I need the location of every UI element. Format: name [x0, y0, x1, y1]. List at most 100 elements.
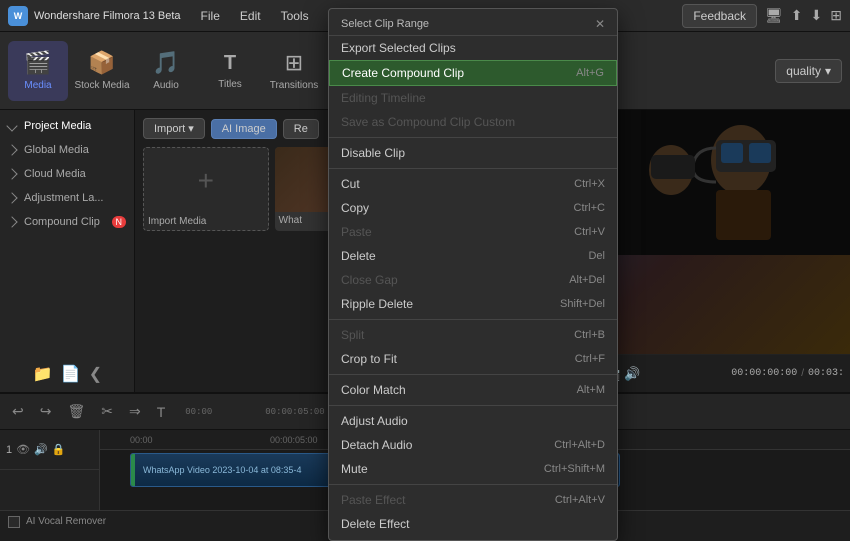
sidebar-collapse-icon[interactable]: ❮: [89, 364, 102, 384]
ai-image-button[interactable]: AI Image: [211, 119, 277, 139]
arrow-icon: [6, 144, 17, 155]
tool-transitions-label: Transitions: [270, 80, 319, 91]
menu-edit[interactable]: Edit: [232, 5, 269, 27]
audio-icon: 🎵: [152, 50, 179, 76]
sidebar-item-compound-clip[interactable]: Compound Clip N: [0, 210, 134, 234]
tool-titles-label: Titles: [218, 79, 242, 90]
ctx-close-gap-shortcut: Alt+Del: [569, 274, 605, 286]
volume-icon[interactable]: 🔊: [34, 443, 48, 456]
ctx-copy-label: Copy: [341, 201, 369, 215]
eye-icon[interactable]: 👁: [16, 443, 30, 456]
ctx-adjust-audio[interactable]: Adjust Audio: [329, 409, 617, 433]
import-button[interactable]: Import ▾: [143, 118, 205, 139]
ai-image-label: AI Image: [222, 123, 266, 135]
app-title: Wondershare Filmora 13 Beta: [34, 10, 181, 22]
ctx-color-match[interactable]: Color Match Alt+M: [329, 378, 617, 402]
ctx-save-compound-label: Save as Compound Clip Custom: [341, 115, 515, 129]
cut-button[interactable]: ✂: [97, 401, 117, 422]
tool-transitions[interactable]: ⊞ Transitions: [264, 41, 324, 101]
sidebar-item-project-media[interactable]: Project Media: [0, 114, 134, 138]
tool-titles[interactable]: T Titles: [200, 41, 260, 101]
menu-tools[interactable]: Tools: [273, 5, 317, 27]
ctx-divider-1: [329, 137, 617, 138]
ctx-disable-clip[interactable]: Disable Clip: [329, 141, 617, 165]
sidebar-folder-icon[interactable]: 📁: [33, 364, 53, 384]
re-button[interactable]: Re: [283, 119, 319, 139]
ctx-divider-4: [329, 374, 617, 375]
quality-button[interactable]: quality ▾: [775, 59, 842, 83]
import-label: Import: [154, 123, 185, 135]
ai-checkbox[interactable]: [8, 516, 20, 528]
sidebar-item-global-media[interactable]: Global Media: [0, 138, 134, 162]
preview-timecode: 00:00:00:00: [731, 368, 797, 379]
tool-media[interactable]: 🎬 Media: [8, 41, 68, 101]
arrow-icon: [6, 216, 17, 227]
ctx-editing-timeline: Editing Timeline: [329, 86, 617, 110]
ctx-cut-shortcut: Ctrl+X: [574, 178, 605, 190]
ctx-delete[interactable]: Delete Del: [329, 244, 617, 268]
redo-button[interactable]: ↪: [36, 401, 56, 422]
delete-button[interactable]: 🗑: [63, 401, 89, 422]
ctx-paste-shortcut: Ctrl+V: [574, 226, 605, 238]
app-logo: W Wondershare Filmora 13 Beta: [8, 6, 181, 26]
ctx-split: Split Ctrl+B: [329, 323, 617, 347]
arrow-icon: [6, 192, 17, 203]
sidebar-item-adjustment[interactable]: Adjustment La...: [0, 186, 134, 210]
ctx-delete-label: Delete: [341, 249, 376, 263]
menu-file[interactable]: File: [193, 5, 228, 27]
sidebar-item-cloud-media[interactable]: Cloud Media: [0, 162, 134, 186]
ctx-detach-audio-label: Detach Audio: [341, 438, 412, 452]
import-arrow-icon: ▾: [188, 122, 194, 135]
feedback-button[interactable]: Feedback: [682, 4, 757, 28]
arrow-icon: [6, 120, 17, 131]
context-menu-close[interactable]: ✕: [595, 17, 605, 31]
lock-icon[interactable]: 🔒: [52, 443, 66, 456]
ctx-crop-to-fit-shortcut: Ctrl+F: [575, 353, 605, 365]
sidebar-file-icon[interactable]: 📄: [61, 364, 81, 384]
tool-audio[interactable]: 🎵 Audio: [136, 41, 196, 101]
ai-vocal-label: AI Vocal Remover: [26, 516, 106, 527]
ctx-close-gap-label: Close Gap: [341, 273, 398, 287]
sidebar-item-label: Adjustment La...: [24, 192, 104, 204]
undo-button[interactable]: ↩: [8, 401, 28, 422]
ctx-detach-audio[interactable]: Detach Audio Ctrl+Alt+D: [329, 433, 617, 457]
icon-download[interactable]: ⬇: [811, 7, 823, 24]
ctx-export-selected[interactable]: Export Selected Clips: [329, 36, 617, 60]
media-import-card[interactable]: + Import Media: [143, 147, 269, 231]
track-id: 1: [6, 444, 12, 456]
import-thumb: +: [144, 148, 268, 213]
ctx-cut[interactable]: Cut Ctrl+X: [329, 172, 617, 196]
tool-stock-label: Stock Media: [74, 80, 129, 91]
ctx-editing-timeline-label: Editing Timeline: [341, 91, 426, 105]
ruler-timecode-0: 00:00: [130, 435, 153, 445]
icon-monitor[interactable]: 🖥: [765, 7, 783, 24]
preview-total: 00:03:: [808, 368, 844, 379]
ctx-ripple-delete[interactable]: Ripple Delete Shift+Del: [329, 292, 617, 316]
ctx-crop-to-fit[interactable]: Crop to Fit Ctrl+F: [329, 347, 617, 371]
preview-separator: /: [801, 368, 804, 379]
ctx-copy[interactable]: Copy Ctrl+C: [329, 196, 617, 220]
ctx-mute[interactable]: Mute Ctrl+Shift+M: [329, 457, 617, 481]
clip-label: WhatsApp Video 2023-10-04 at 08:35-4: [139, 463, 305, 477]
ctx-delete-effect[interactable]: Delete Effect: [329, 512, 617, 536]
ctx-create-compound[interactable]: Create Compound Clip Alt+G: [329, 60, 617, 86]
icon-upload[interactable]: ⬆: [791, 7, 803, 24]
tool-media-label: Media: [24, 80, 51, 91]
ctx-crop-to-fit-label: Crop to Fit: [341, 352, 397, 366]
ctx-save-compound: Save as Compound Clip Custom: [329, 110, 617, 134]
arrow-button[interactable]: ⇒: [125, 401, 145, 422]
re-label: Re: [294, 123, 308, 135]
ctx-export-label: Export Selected Clips: [341, 41, 456, 55]
ctx-paste-label: Paste: [341, 225, 372, 239]
ctx-paste-effect-label: Paste Effect: [341, 493, 405, 507]
tool-stock-media[interactable]: 📦 Stock Media: [72, 41, 132, 101]
timeline-labels: 1 👁 🔊 🔒: [0, 430, 100, 510]
plus-icon: +: [198, 165, 214, 197]
text-button[interactable]: T: [153, 402, 170, 422]
ctx-mute-shortcut: Ctrl+Shift+M: [544, 463, 605, 475]
ctx-paste: Paste Ctrl+V: [329, 220, 617, 244]
preview-ctrl-sound[interactable]: 🔊: [624, 366, 640, 382]
icon-grid[interactable]: ⊞: [830, 7, 842, 24]
ctx-divider-3: [329, 319, 617, 320]
ctx-ripple-delete-shortcut: Shift+Del: [560, 298, 605, 310]
